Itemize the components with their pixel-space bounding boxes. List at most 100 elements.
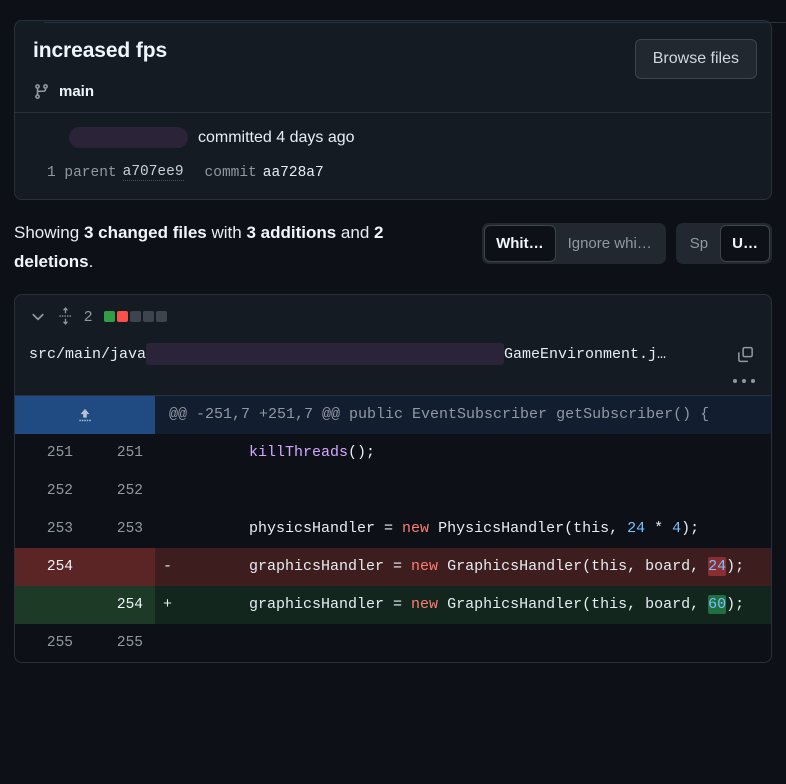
line-number-new: 255 bbox=[116, 635, 143, 651]
parent-sha-link[interactable]: a707ee9 bbox=[122, 164, 184, 181]
line-number-old: 251 bbox=[46, 445, 73, 461]
code-token: physicsHandler = bbox=[177, 520, 403, 537]
showing-prefix: Showing bbox=[14, 223, 84, 242]
file-path-suffix: GameEnvironment.j… bbox=[504, 345, 667, 363]
author-name-redacted bbox=[69, 127, 188, 148]
commit-meta: committed 4 days ago 1 parent a707ee9 co… bbox=[15, 112, 771, 199]
view-segmented-control: Sp U… bbox=[675, 223, 772, 264]
whitespace-option-ignore[interactable]: Ignore whi… bbox=[556, 225, 664, 262]
code-token: PhysicsHandler(this, bbox=[429, 520, 628, 537]
line-number-old: 254 bbox=[15, 548, 85, 586]
code-token: ); bbox=[726, 558, 745, 575]
diff-code-text bbox=[177, 624, 771, 662]
diff-line-context[interactable]: 251 251 killThreads(); bbox=[15, 434, 771, 472]
commit-sha[interactable]: aa728a7 bbox=[263, 165, 324, 181]
view-option-split[interactable]: Sp bbox=[678, 225, 720, 262]
diff-code-text: graphicsHandler = new GraphicsHandler(th… bbox=[177, 586, 771, 624]
code-token: graphicsHandler = bbox=[177, 558, 412, 575]
file-actions-row bbox=[29, 365, 757, 395]
more-options-icon[interactable] bbox=[733, 379, 755, 383]
diff-code-text: killThreads(); bbox=[177, 434, 771, 472]
code-token: 24 bbox=[627, 520, 646, 537]
diff-marker bbox=[155, 472, 177, 510]
code-token: new bbox=[411, 596, 439, 613]
commit-card: increased fps Browse files main committe… bbox=[14, 20, 772, 200]
diff-line-context[interactable]: 253 253 physicsHandler = new PhysicsHandl… bbox=[15, 510, 771, 548]
sha-row: 1 parent a707ee9 commit aa728a7 bbox=[33, 148, 755, 199]
diff-marker bbox=[155, 624, 177, 662]
expand-collapse-icon[interactable] bbox=[57, 306, 74, 326]
diff-summary-bar: Showing 3 changed files with 3 additions… bbox=[14, 218, 772, 276]
file-diff-header: 2 src/main/java GameEnvironment.j… bbox=[15, 295, 771, 395]
code-token: ); bbox=[726, 596, 745, 613]
diff-code-text: graphicsHandler = new GraphicsHandler(th… bbox=[177, 548, 771, 586]
additions-count: 3 additions bbox=[246, 223, 337, 242]
line-number-old: 252 bbox=[46, 483, 73, 499]
parent-count-label: 1 parent bbox=[47, 164, 117, 181]
changed-files-count: 3 changed files bbox=[83, 223, 207, 242]
line-number-old bbox=[15, 586, 85, 624]
line-number-new: 252 bbox=[116, 483, 143, 499]
file-path[interactable]: src/main/java GameEnvironment.j… bbox=[29, 343, 666, 365]
committed-timestamp: committed 4 days ago bbox=[198, 128, 355, 146]
file-stat-row: 2 bbox=[29, 306, 757, 326]
code-token: new bbox=[411, 558, 439, 575]
copy-icon[interactable] bbox=[736, 345, 755, 364]
showing-with: with bbox=[206, 223, 247, 242]
commit-word-label: commit bbox=[204, 164, 257, 181]
diff-stat-block bbox=[130, 310, 142, 322]
code-token: 4 bbox=[672, 520, 682, 537]
diff-stat-block bbox=[143, 310, 155, 322]
code-token: graphicsHandler = bbox=[177, 596, 412, 613]
branch-row: main bbox=[33, 83, 755, 100]
branch-name[interactable]: main bbox=[59, 83, 94, 100]
code-token: killThreads bbox=[249, 444, 349, 461]
hunk-header-row: @@ -251,7 +251,7 @@ public EventSubscrib… bbox=[15, 396, 771, 434]
word-diff-highlight: 24 bbox=[708, 557, 727, 576]
line-number-new: 253 bbox=[116, 521, 143, 537]
whitespace-segmented-control: Whit… Ignore whi… bbox=[482, 223, 666, 264]
diff-options-toolbar: Whit… Ignore whi… Sp U… bbox=[482, 218, 772, 264]
code-token: (); bbox=[348, 444, 376, 461]
showing-summary: Showing 3 changed files with 3 additions… bbox=[14, 218, 434, 276]
line-number-new bbox=[85, 548, 155, 586]
commit-diff-page: increased fps Browse files main committe… bbox=[0, 20, 786, 784]
diff-code-text bbox=[177, 472, 771, 510]
diff-marker: - bbox=[163, 558, 173, 575]
file-diff-card: 2 src/main/java GameEnvironment.j… @@ -25… bbox=[14, 294, 772, 663]
hunk-header-text: @@ -251,7 +251,7 @@ public EventSubscrib… bbox=[169, 406, 710, 423]
diff-marker bbox=[155, 510, 177, 548]
file-path-row: src/main/java GameEnvironment.j… bbox=[29, 343, 757, 365]
view-option-unified[interactable]: U… bbox=[720, 225, 770, 262]
browse-files-button[interactable]: Browse files bbox=[634, 39, 757, 79]
line-number-old: 253 bbox=[46, 521, 73, 537]
whitespace-option-show[interactable]: Whit… bbox=[484, 225, 556, 262]
diff-line-context[interactable]: 252 252 bbox=[15, 472, 771, 510]
code-token: * bbox=[645, 520, 673, 537]
diff-line-addition[interactable]: 254 + graphicsHandler = new GraphicsHandl… bbox=[15, 586, 771, 624]
line-number-new: 251 bbox=[116, 445, 143, 461]
code-token: new bbox=[402, 520, 430, 537]
line-number-old: 255 bbox=[46, 635, 73, 651]
expand-up-icon[interactable] bbox=[15, 396, 155, 434]
author-row: committed 4 days ago bbox=[33, 127, 755, 148]
file-path-redacted bbox=[146, 343, 505, 365]
diff-line-context[interactable]: 255 255 bbox=[15, 624, 771, 662]
diff-stat-block bbox=[104, 310, 116, 322]
diff-line-deletion[interactable]: 254 - graphicsHandler = new GraphicsHandl… bbox=[15, 548, 771, 586]
diff-stat-block bbox=[156, 310, 168, 322]
diff-code-text: physicsHandler = new PhysicsHandler(this… bbox=[177, 510, 771, 548]
git-branch-icon bbox=[33, 83, 50, 100]
word-diff-highlight: 60 bbox=[708, 595, 727, 614]
code-token: GraphicsHandler(this, board, bbox=[438, 558, 709, 575]
diff-marker: + bbox=[163, 596, 173, 613]
commit-header: increased fps Browse files main bbox=[15, 21, 771, 112]
showing-and: and bbox=[336, 223, 374, 242]
showing-suffix: . bbox=[88, 252, 94, 271]
file-change-count: 2 bbox=[84, 307, 93, 325]
chevron-down-icon[interactable] bbox=[29, 307, 47, 325]
file-path-prefix: src/main/java bbox=[29, 345, 147, 363]
diff-marker bbox=[155, 434, 177, 472]
diff-table: @@ -251,7 +251,7 @@ public EventSubscrib… bbox=[15, 395, 771, 662]
